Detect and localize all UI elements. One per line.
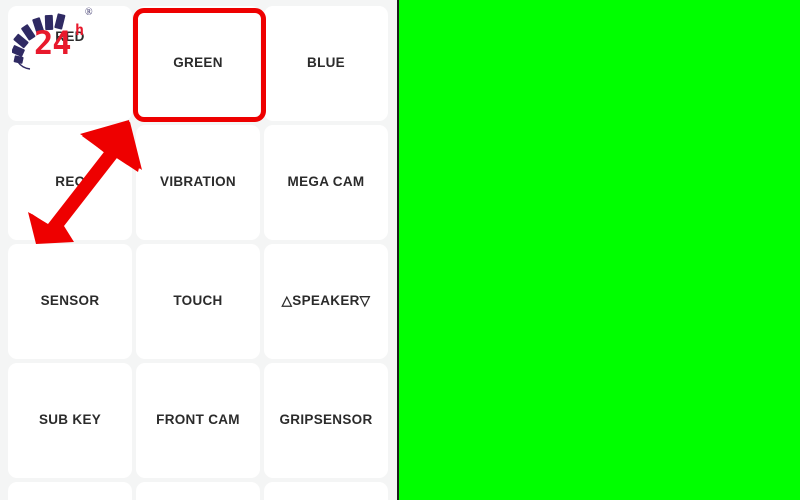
green-test-screen[interactable] [399, 0, 800, 500]
tile-red[interactable]: RED [8, 6, 132, 121]
tile-vibration[interactable]: VIBRATION [136, 125, 260, 240]
tile-sensor[interactable]: SENSOR [8, 244, 132, 359]
tile-grid: RED GREEN BLUE REC VIBRATION MEGA CAM SE… [8, 6, 390, 500]
tile-label: SUB KEY [38, 412, 102, 428]
tile-label: MEGA CAM [287, 174, 365, 190]
tile-mega-cam[interactable]: MEGA CAM [264, 125, 388, 240]
tile-row5-col2[interactable] [136, 482, 260, 500]
screen-root: RED GREEN BLUE REC VIBRATION MEGA CAM SE… [0, 0, 800, 500]
tile-label: GRIPSENSOR [279, 412, 373, 428]
tile-label: △SPEAKER▽ [281, 293, 371, 309]
tile-label: REC [55, 174, 85, 190]
tile-label: BLUE [307, 55, 345, 71]
tile-touch[interactable]: TOUCH [136, 244, 260, 359]
tile-label: FRONT CAM [156, 412, 240, 428]
tile-front-cam[interactable]: FRONT CAM [136, 363, 260, 478]
tile-label: RED [55, 29, 85, 45]
tile-gripsensor[interactable]: GRIPSENSOR [264, 363, 388, 478]
tile-row5-col3[interactable] [264, 482, 388, 500]
tile-green[interactable]: GREEN [136, 6, 260, 121]
hardware-test-grid-panel: RED GREEN BLUE REC VIBRATION MEGA CAM SE… [0, 0, 397, 500]
tile-label: GREEN [173, 55, 223, 71]
tile-label: SENSOR [40, 293, 100, 309]
tile-row5-col1[interactable] [8, 482, 132, 500]
tile-label: TOUCH [173, 293, 223, 309]
tile-label: VIBRATION [160, 174, 236, 190]
tile-rec[interactable]: REC [8, 125, 132, 240]
tile-blue[interactable]: BLUE [264, 6, 388, 121]
tile-sub-key[interactable]: SUB KEY [8, 363, 132, 478]
tile-speaker[interactable]: △SPEAKER▽ [264, 244, 388, 359]
